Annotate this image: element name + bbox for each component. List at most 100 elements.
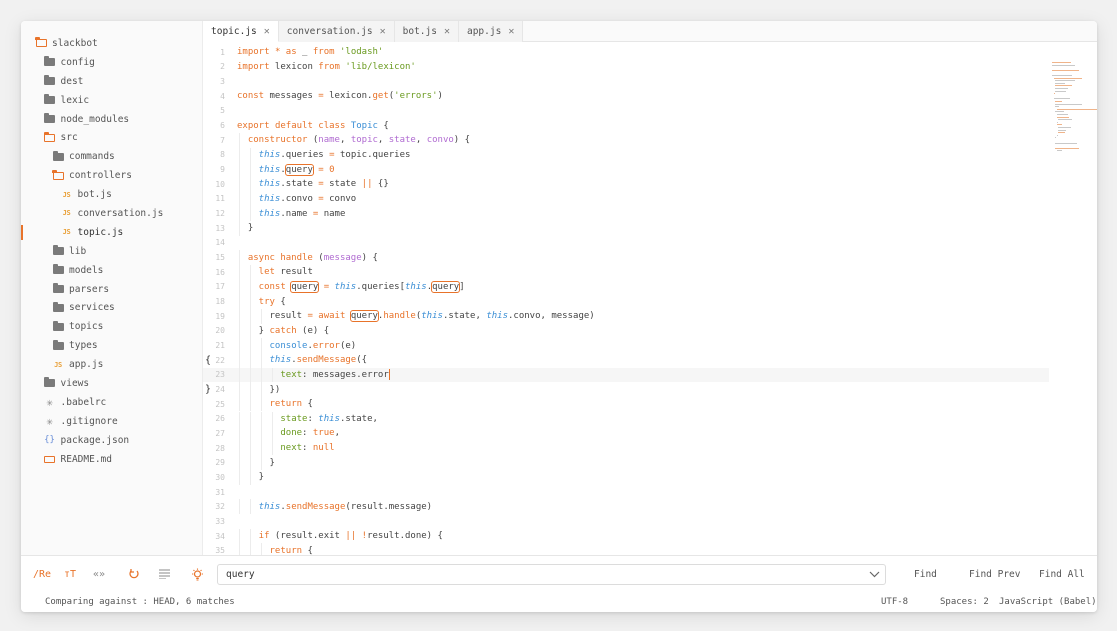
code-line[interactable]: 9 this.query = 0 <box>203 162 1049 177</box>
code-line[interactable]: 13} <box>203 220 1049 236</box>
sidebar-item-label: dest <box>60 75 84 87</box>
code-line[interactable]: 34 if (result.exit || !result.done) { <box>203 528 1049 544</box>
sidebar-item-commands[interactable]: commands <box>21 147 202 166</box>
tab-topic-js[interactable]: topic.js ✕ <box>203 21 279 42</box>
highlight-matches-toggle-button[interactable] <box>191 556 204 592</box>
find-input[interactable] <box>217 564 886 585</box>
encoding-indicator[interactable]: UTF-8 <box>881 591 908 612</box>
wrap-toggle-button[interactable] <box>128 556 140 592</box>
indent-guide <box>260 396 262 412</box>
close-icon[interactable]: ✕ <box>264 26 270 37</box>
indent-guide <box>260 367 262 383</box>
sidebar-item-types[interactable]: types <box>21 336 202 355</box>
code-line[interactable]: 19 result = await query.handle(this.state… <box>203 308 1049 324</box>
sidebar-item-label: .babelrc <box>60 396 107 408</box>
close-icon[interactable]: ✕ <box>444 26 450 37</box>
code-line[interactable]: 16 let result <box>203 264 1049 280</box>
sidebar-item-lib[interactable]: lib <box>21 242 202 261</box>
indent-guide <box>239 338 240 353</box>
code-line[interactable]: 17 const query = this.queries[this.query] <box>203 279 1049 295</box>
case-sensitive-toggle-button[interactable]: тT <box>64 556 76 592</box>
sidebar-item-slackbot[interactable]: slackbot <box>21 34 202 53</box>
indent-guide <box>239 308 240 324</box>
code-line[interactable]: 32 this.sendMessage(result.message) <box>203 499 1049 515</box>
sidebar-item-babelrc[interactable]: ✳ .babelrc <box>21 393 202 412</box>
sidebar-item-package-json[interactable]: {} package.json <box>21 431 202 450</box>
sidebar-item-conversation-js[interactable]: JS conversation.js <box>21 204 202 223</box>
syntax-indicator[interactable]: JavaScript (Babel) <box>999 591 1097 612</box>
tab-bar: topic.js ✕ conversation.js ✕ bot.js ✕ app.js ✕ <box>203 21 1097 42</box>
sidebar-item-services[interactable]: services <box>21 298 202 317</box>
code-line[interactable]: 30} <box>203 470 1049 485</box>
indent-guide <box>239 382 240 397</box>
code-line[interactable]: 15 async handle (message) { <box>203 250 1049 265</box>
sidebar-item-dest[interactable]: dest <box>21 72 202 91</box>
code-line[interactable]: 11 this.convo = convo <box>203 191 1049 207</box>
code-line[interactable]: 6 export default class Topic { <box>203 118 1049 133</box>
sidebar-item-bot-js[interactable]: JS bot.js <box>21 185 202 204</box>
indent-guide <box>249 411 251 427</box>
code-line[interactable]: 14 <box>203 236 1049 251</box>
close-icon[interactable]: ✕ <box>508 26 514 37</box>
sidebar-item-models[interactable]: models <box>21 261 202 280</box>
code-line[interactable]: 35 return { <box>203 543 1049 555</box>
code-line[interactable]: 4 const messages = lexicon.get('errors') <box>203 89 1049 104</box>
sidebar-item-readme-md[interactable]: README.md <box>21 450 202 469</box>
find-history-dropdown[interactable] <box>869 564 880 585</box>
code-line[interactable]: 25 return { <box>203 396 1049 412</box>
code-line[interactable]: 31 <box>203 485 1049 500</box>
tab-conversation-js[interactable]: conversation.js ✕ <box>278 21 395 42</box>
tab-app-js[interactable]: app.js ✕ <box>458 21 524 42</box>
code-line[interactable]: 5 <box>203 104 1049 119</box>
whole-word-toggle-button[interactable]: «» <box>93 556 105 592</box>
sidebar-item-gitignore[interactable]: ✳ .gitignore <box>21 412 202 431</box>
code-line[interactable]: {22 this.sendMessage({ <box>203 352 1049 368</box>
code-line[interactable]: 26 state: this.state, <box>203 411 1049 427</box>
code-line[interactable]: } 24}) <box>203 382 1049 397</box>
code-line[interactable]: 12 this.name = name <box>203 206 1049 221</box>
sidebar-item-src[interactable]: src <box>21 128 202 147</box>
code-token: result <box>274 267 313 278</box>
sidebar-item-node-modules[interactable]: node_modules <box>21 110 202 129</box>
code-editor[interactable]: 1 import * as _ from 'lodash' 2 import lexi… <box>203 42 1097 555</box>
code-line[interactable]: 29} <box>203 455 1049 471</box>
sidebar-item-topic-js[interactable]: JS topic.js <box>21 223 202 242</box>
code-token: lexicon. <box>323 91 373 102</box>
code-line[interactable]: 27 done: true, <box>203 426 1049 441</box>
find-all-button[interactable]: Find All <box>1039 556 1085 592</box>
code-line[interactable]: 10 this.state = state || {} <box>203 176 1049 192</box>
sidebar-item-views[interactable]: views <box>21 374 202 393</box>
sidebar-item-lexic[interactable]: lexic <box>21 91 202 110</box>
code-line[interactable]: 7 constructor (name, topic, state, convo)… <box>203 132 1049 148</box>
code-line[interactable]: 8 this.queries = topic.queries <box>203 147 1049 163</box>
find-button[interactable]: Find <box>914 556 937 592</box>
code-text: } <box>248 223 253 233</box>
code-line[interactable]: 20} catch (e) { <box>203 323 1049 339</box>
code-line[interactable]: 33 <box>203 514 1049 529</box>
code-line[interactable]: 23 text: messages.error <box>203 367 1049 383</box>
in-selection-toggle-button[interactable] <box>159 556 170 592</box>
code-line[interactable]: 28 next: null <box>203 440 1049 456</box>
code-line[interactable]: 21 console.error(e) <box>203 338 1049 353</box>
find-prev-button[interactable]: Find Prev <box>969 556 1020 592</box>
sidebar-item-topics[interactable]: topics <box>21 317 202 336</box>
code-line[interactable]: 2 import lexicon from 'lib/lexicon' <box>203 60 1049 75</box>
find-bar: /Re тT «» Find Find Prev Find All <box>21 555 1097 591</box>
code-text: this.convo = convo <box>259 194 357 204</box>
search-match-highlight: query <box>349 310 379 323</box>
sidebar-item-app-js[interactable]: JS app.js <box>21 355 202 374</box>
code-line[interactable]: 18 try { <box>203 294 1049 309</box>
code-token: ) <box>437 91 443 102</box>
code-line[interactable]: 3 <box>203 74 1049 89</box>
code-token: this <box>258 149 281 160</box>
regex-toggle-button[interactable]: /Re <box>33 556 51 592</box>
line-number: 1 <box>220 47 225 57</box>
close-icon[interactable]: ✕ <box>380 26 386 37</box>
minimap[interactable] <box>1049 42 1097 152</box>
sidebar-item-controllers[interactable]: controllers <box>21 166 202 185</box>
code-line[interactable]: 1 import * as _ from 'lodash' <box>203 45 1049 60</box>
sidebar-item-config[interactable]: config <box>21 53 202 72</box>
tab-bot-js[interactable]: bot.js ✕ <box>394 21 459 42</box>
sidebar-item-parsers[interactable]: parsers <box>21 280 202 299</box>
indentation-indicator[interactable]: Spaces: 2 <box>940 591 989 612</box>
